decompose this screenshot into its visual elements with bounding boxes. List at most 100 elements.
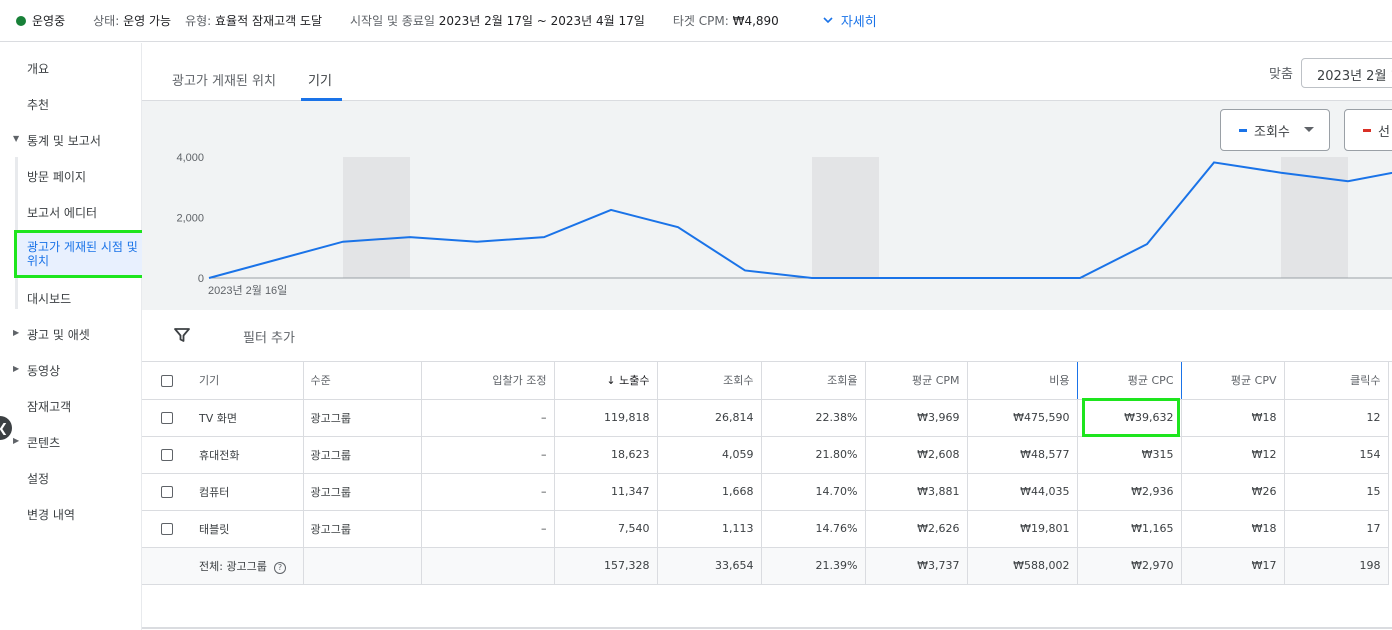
level-cell: 광고그룹: [303, 473, 422, 511]
column-header-bid-adjustment[interactable]: 입찰가 조정: [421, 362, 555, 400]
table-total-row: 전체: 광고그룹? 157,328 33,654 21.39% ₩3,737 ₩…: [142, 547, 1389, 585]
row-checkbox[interactable]: [161, 523, 173, 535]
column-header-clicks[interactable]: 클릭수: [1284, 362, 1389, 400]
dropdown-arrow-icon: [1303, 127, 1314, 132]
sidebar-item-videos[interactable]: 동영상: [27, 362, 60, 379]
sidebar-item-recommendations[interactable]: 추천: [27, 96, 49, 113]
select-all-checkbox-cell[interactable]: [142, 362, 192, 400]
table-row: 태블릿 광고그룹 – 7,540 1,113 14.76% ₩2,626 ₩19…: [142, 510, 1389, 548]
caret-right-icon[interactable]: ▶: [13, 436, 19, 445]
tab-bar: 광고가 게재된 위치 기기 맞춤 2023년 2월 1: [142, 43, 1392, 101]
avg-cpm-cell: ₩2,608: [865, 436, 968, 474]
sidebar-item-insights-reports[interactable]: 통계 및 보고서: [27, 132, 101, 149]
views-cell: 1,668: [657, 473, 762, 511]
series-swatch: [1239, 128, 1247, 132]
avg-cpc-cell: ₩1,165: [1077, 510, 1182, 548]
weekend-band: [343, 157, 410, 278]
cost-cell: ₩475,590: [967, 399, 1078, 437]
sidebar-item-overview[interactable]: 개요: [27, 60, 49, 77]
bid-adjustment-cell[interactable]: –: [421, 473, 555, 511]
impressions-cell: 11,347: [554, 473, 658, 511]
row-checkbox-cell[interactable]: [142, 510, 192, 548]
cost-cell: ₩19,801: [967, 510, 1078, 548]
clicks-cell: 15: [1284, 473, 1389, 511]
row-checkbox-cell[interactable]: [142, 399, 192, 437]
date-range-picker[interactable]: 2023년 2월 1: [1301, 58, 1392, 88]
total-spacer-cell: [142, 547, 192, 585]
avg-cpc-cell: ₩2,936: [1077, 473, 1182, 511]
column-header-impressions[interactable]: ↓ 노출수: [554, 362, 658, 400]
sidebar-item-audiences[interactable]: 잠재고객: [27, 398, 71, 415]
bid-adjustment-cell[interactable]: –: [421, 436, 555, 474]
x-tick-label: 2023년 2월 16일: [208, 283, 287, 297]
sidebar-item-dashboards[interactable]: 대시보드: [27, 290, 71, 307]
select-all-checkbox[interactable]: [161, 374, 173, 387]
sidebar-item-content[interactable]: 콘텐츠: [27, 434, 60, 451]
main-content: 광고가 게재된 위치 기기 맞춤 2023년 2월 1 4,000 2,000 0 2…: [142, 43, 1392, 630]
type-info: 유형: 효율적 잠재고객 도달: [185, 12, 322, 29]
bid-adjustment-cell[interactable]: –: [421, 399, 555, 437]
table-bottom-divider: [142, 627, 1392, 629]
state-value: 운영 가능: [123, 14, 172, 28]
total-clicks-cell: 198: [1284, 547, 1389, 585]
metric-selector-secondary[interactable]: 선: [1344, 109, 1392, 151]
column-header-avg-cpc[interactable]: 평균 CPC: [1077, 362, 1182, 400]
tab-devices[interactable]: 기기: [308, 70, 332, 89]
table-header-row: 기기 수준 입찰가 조정 ↓ 노출수 조회수 조회율 평균 CPM 비용 평균 …: [142, 362, 1389, 400]
details-toggle[interactable]: 자세히: [823, 11, 877, 30]
filter-icon[interactable]: [174, 328, 190, 342]
sidebar-item-settings[interactable]: 설정: [27, 470, 49, 487]
avg-cpv-cell: ₩18: [1181, 510, 1285, 548]
row-checkbox-cell[interactable]: [142, 436, 192, 474]
row-checkbox-cell[interactable]: [142, 473, 192, 511]
caret-right-icon[interactable]: ▶: [13, 328, 19, 337]
collapse-sidebar-button[interactable]: ❮: [0, 416, 12, 440]
avg-cpm-cell: ₩3,969: [865, 399, 968, 437]
impressions-cell: 7,540: [554, 510, 658, 548]
column-header-device[interactable]: 기기: [192, 362, 304, 400]
sidebar-item-landing-pages[interactable]: 방문 페이지: [27, 168, 86, 185]
caret-right-icon[interactable]: ▶: [13, 364, 19, 373]
tab-where-ads-showed[interactable]: 광고가 게재된 위치: [172, 70, 276, 89]
status-dot-icon: [16, 15, 26, 26]
views-cell: 1,113: [657, 510, 762, 548]
metric-selector-views[interactable]: 조회수: [1220, 109, 1330, 151]
total-impressions-cell: 157,328: [554, 547, 658, 585]
level-cell: 광고그룹: [303, 436, 422, 474]
type-value: 효율적 잠재고객 도달: [215, 14, 323, 28]
filter-bar: 필터 추가: [142, 310, 1392, 362]
cpm-value: ₩4,890: [732, 14, 779, 28]
total-avg-cpm-cell: ₩3,737: [865, 547, 968, 585]
row-checkbox[interactable]: [161, 412, 173, 424]
column-header-views[interactable]: 조회수: [657, 362, 762, 400]
row-checkbox[interactable]: [161, 449, 173, 461]
status-text: 운영중: [32, 14, 66, 28]
caret-down-icon[interactable]: ▼: [13, 134, 19, 143]
sidebar-item-change-history[interactable]: 변경 내역: [27, 506, 75, 523]
add-filter-button[interactable]: 필터 추가: [243, 327, 295, 346]
help-icon[interactable]: ?: [273, 561, 286, 574]
avg-cpv-cell: ₩12: [1181, 436, 1285, 474]
sidebar-item-report-editor[interactable]: 보고서 에디터: [27, 204, 97, 221]
total-level-cell: [303, 547, 422, 585]
campaign-status-bar: 운영중 상태: 운영 가능 유형: 효율적 잠재고객 도달 시작일 및 종료일 …: [0, 0, 1392, 42]
y-tick-label: 4,000: [176, 152, 204, 164]
column-header-cost[interactable]: 비용: [967, 362, 1078, 400]
views-cell: 4,059: [657, 436, 762, 474]
view-rate-cell: 14.76%: [761, 510, 866, 548]
column-header-level[interactable]: 수준: [303, 362, 422, 400]
column-header-avg-cpv[interactable]: 평균 CPV: [1181, 362, 1285, 400]
table-row: 컴퓨터 광고그룹 – 11,347 1,668 14.70% ₩3,881 ₩4…: [142, 473, 1389, 511]
weekend-band: [1281, 157, 1348, 278]
sidebar-item-ads-assets[interactable]: 광고 및 애셋: [27, 326, 90, 343]
clicks-cell: 154: [1284, 436, 1389, 474]
date-range-label: 맞춤: [1269, 67, 1293, 82]
row-checkbox[interactable]: [161, 486, 173, 498]
bid-adjustment-cell[interactable]: –: [421, 510, 555, 548]
metric-label: 조회수: [1254, 124, 1290, 140]
column-header-view-rate[interactable]: 조회율: [761, 362, 866, 400]
view-rate-cell: 14.70%: [761, 473, 866, 511]
column-header-avg-cpm[interactable]: 평균 CPM: [865, 362, 968, 400]
y-tick-label: 2,000: [176, 213, 204, 225]
sidebar-item-when-where-ads-showed[interactable]: 광고가 게재된 시점 및 위치: [14, 230, 148, 278]
